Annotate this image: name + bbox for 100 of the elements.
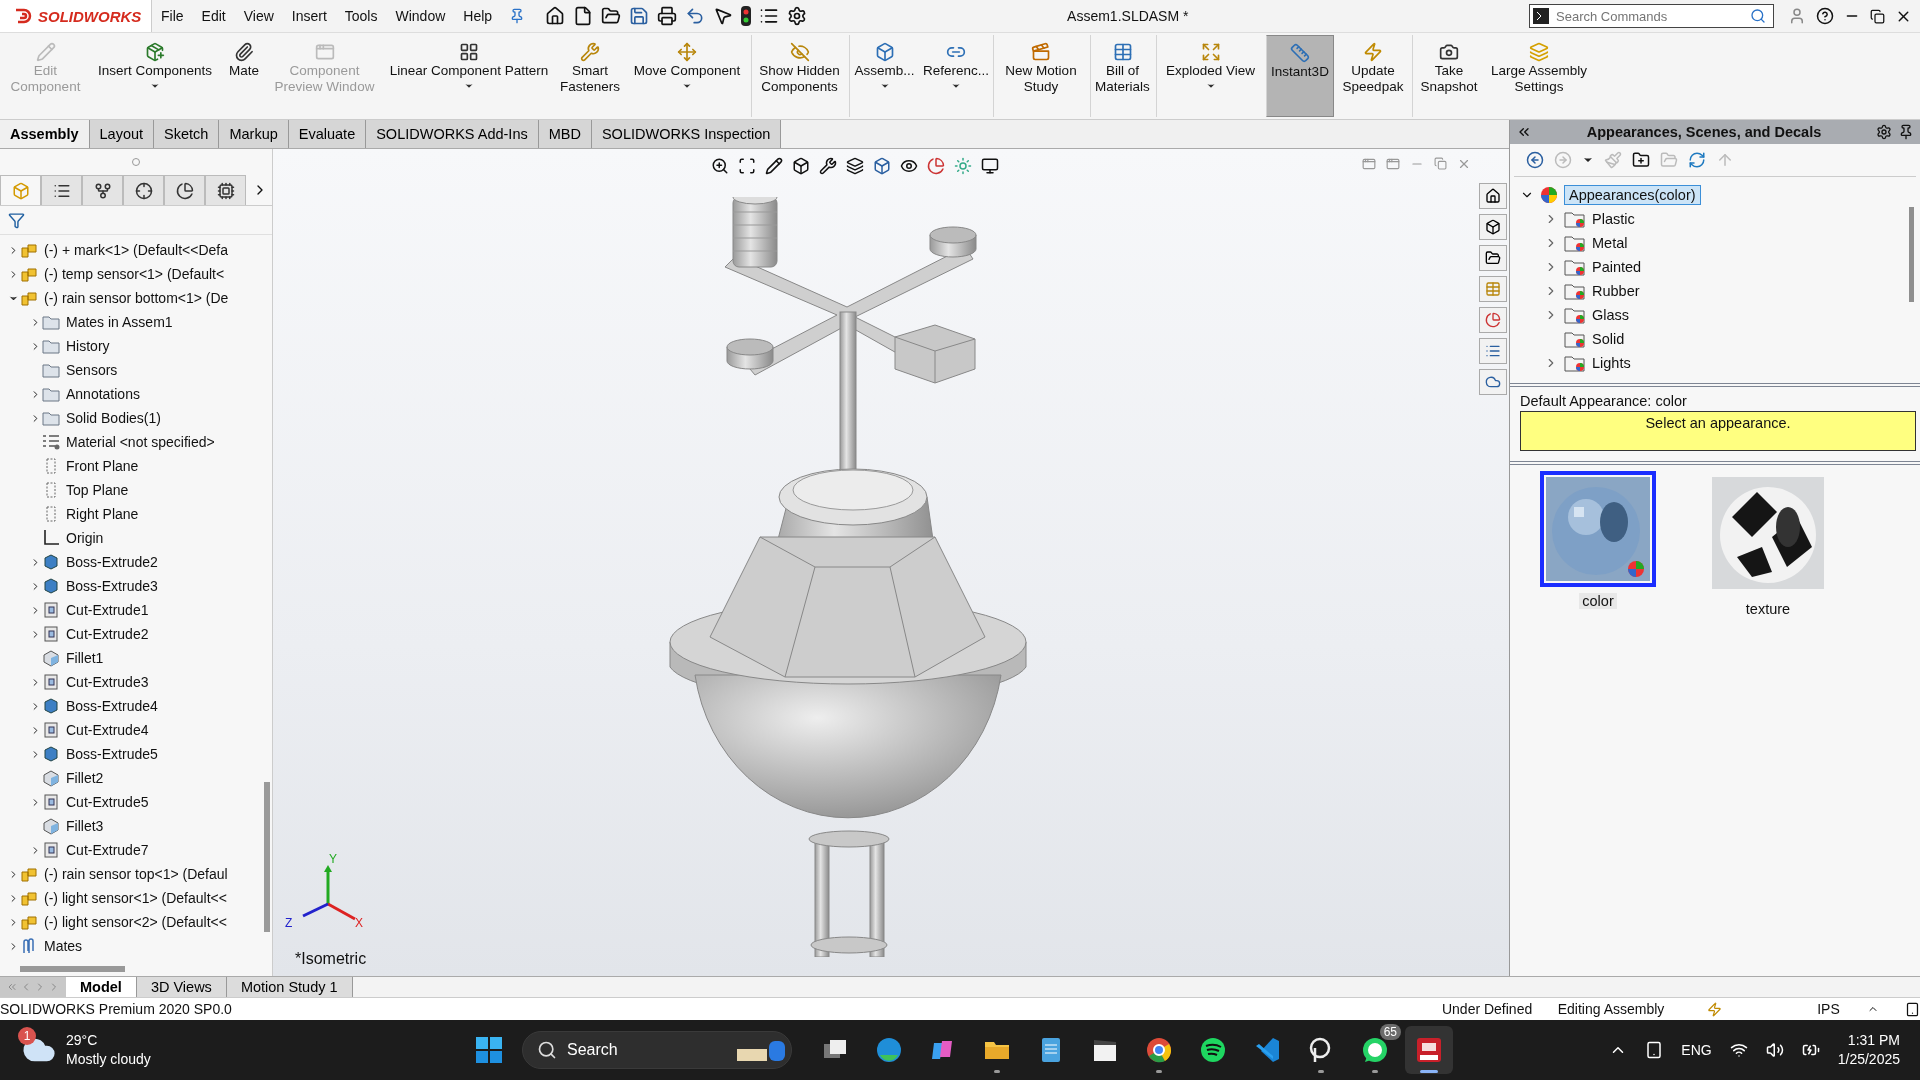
appearance-icon[interactable] [927,157,945,175]
new-file-icon[interactable] [573,6,594,26]
pin-icon[interactable] [1898,124,1914,140]
back-icon[interactable] [1526,151,1544,169]
bottom-tab[interactable]: 3D Views [136,977,227,997]
ribbon-button[interactable]: Exploded View [1156,35,1264,117]
tree-item[interactable]: (-) light sensor<2> (Default<< [44,914,227,930]
volume-icon[interactable] [1765,1041,1784,1059]
ribbon-button[interactable]: Large Assembly Settings [1487,35,1591,117]
settings-icon[interactable] [1876,124,1892,140]
save-icon[interactable] [629,6,650,26]
tree-item[interactable]: Metal [1592,235,1628,251]
layers-icon[interactable] [846,157,864,175]
panel-tab[interactable] [205,175,246,205]
tree-item[interactable]: Origin [66,530,104,546]
tree-item[interactable]: Boss-Extrude5 [66,746,158,762]
caret-icon[interactable] [150,81,160,91]
tree-item[interactable]: Fillet2 [66,770,104,786]
tree-item[interactable]: Painted [1592,259,1642,275]
menu-item[interactable]: View [234,8,283,24]
view-orientation-icon[interactable] [873,157,891,175]
tree-item[interactable]: (-) + mark<1> (Default<<Defa [44,242,229,258]
tree-item[interactable]: Solid Bodies(1) [66,410,161,426]
command-tab[interactable]: Sketch [154,120,220,148]
caret-icon[interactable] [464,81,474,91]
taskbar-search[interactable]: Search [522,1031,792,1069]
tree-item[interactable]: Cut-Extrude2 [66,626,149,642]
panel-tab[interactable] [123,175,164,205]
home-icon[interactable] [545,6,566,26]
tree-item[interactable]: Cut-Extrude1 [66,602,149,618]
command-tab[interactable]: SOLIDWORKS Inspection [591,120,782,148]
tree-item[interactable]: Mates [44,938,83,954]
menu-item[interactable]: Tools [335,8,387,24]
language-indicator[interactable]: ENG [1681,1042,1712,1058]
open-folder-icon[interactable] [601,6,622,26]
clock[interactable]: 1:31 PM 1/25/2025 [1837,1031,1900,1069]
menu-item[interactable]: Edit [192,8,235,24]
pane-tab[interactable] [1479,245,1507,271]
tree-item[interactable]: Boss-Extrude2 [66,554,158,570]
eye-icon[interactable] [900,157,918,175]
tree-item[interactable]: Plastic [1592,211,1635,227]
ribbon-button[interactable]: Linear Component Pattern [383,35,555,117]
traffic-light-icon[interactable] [741,6,752,26]
tree-item[interactable]: Cut-Extrude7 [66,842,149,858]
scene-icon[interactable] [954,157,972,175]
monitor-icon[interactable] [981,157,999,175]
new-folder-icon[interactable] [1632,151,1650,169]
tree-item[interactable]: History [66,338,110,354]
appearance-swatch[interactable] [1540,471,1656,587]
ribbon-button[interactable]: Assemb... [849,35,919,117]
menu-item[interactable]: Help [454,8,502,24]
wifi-icon[interactable] [1729,1041,1748,1059]
tree-item[interactable]: (-) light sensor<1> (Default<< [44,890,227,906]
ribbon-button[interactable]: Instant3D [1266,35,1334,117]
bottom-tab[interactable]: Motion Study 1 [226,977,353,997]
section-view-icon[interactable] [792,157,810,175]
tag-icon[interactable] [1905,1001,1920,1017]
zoom-area-icon[interactable] [738,157,756,175]
ribbon-button[interactable]: Mate [222,35,266,117]
ribbon-button[interactable]: Update Speedpak [1336,35,1410,117]
tree-item[interactable]: Front Plane [66,458,139,474]
ribbon-button[interactable]: Smart Fasteners [557,35,623,117]
tablet-icon[interactable] [1645,1041,1664,1059]
menu-item[interactable]: Insert [282,8,336,24]
zoom-icon[interactable] [711,157,729,175]
caret-icon[interactable] [879,81,890,91]
tree-item[interactable]: (-) rain sensor bottom<1> (De [44,290,229,306]
ribbon-button[interactable]: Insert Components [90,35,220,117]
ribbon-button[interactable]: Move Component [625,35,749,117]
ribbon-button[interactable]: Take Snapshot [1412,35,1485,117]
command-tab[interactable]: MBD [538,120,592,148]
command-tab[interactable]: Markup [219,120,289,148]
search-icon[interactable] [1750,8,1766,24]
tree-item[interactable]: Annotations [66,386,140,402]
tree-item[interactable]: Mates in Assem1 [66,314,173,330]
taskbar-app[interactable]: 65 [1351,1026,1399,1074]
search-field[interactable]: Search Commands [1529,4,1774,28]
ribbon-button[interactable]: Referenc... [921,35,991,117]
wrench-icon[interactable] [819,157,837,175]
tree-item[interactable]: Glass [1592,307,1630,323]
tree-item[interactable]: Cut-Extrude4 [66,722,149,738]
panel-tab[interactable] [164,175,205,205]
ribbon-button[interactable]: Show Hidden Components [751,35,847,117]
menu-item[interactable]: Window [386,8,455,24]
tree-item[interactable]: Rubber [1592,283,1640,299]
bottom-tab[interactable]: Model [66,977,137,997]
settings-icon[interactable] [787,6,808,26]
rebuild-icon[interactable] [1707,1001,1723,1017]
options-list-icon[interactable] [759,6,780,26]
caret-icon[interactable] [682,81,692,91]
filter-icon[interactable] [8,211,25,229]
select-icon[interactable] [713,6,734,26]
tree-item[interactable]: (-) rain sensor top<1> (Defaul [44,866,228,882]
pencil-icon[interactable] [765,157,783,175]
user-icon[interactable] [1788,7,1806,25]
tree-item[interactable]: Lights [1592,355,1631,371]
tree-item[interactable]: Cut-Extrude3 [66,674,149,690]
ribbon-button[interactable]: Bill of Materials [1090,35,1154,117]
tree-item[interactable]: Right Plane [66,506,139,522]
panel-tab[interactable] [41,175,82,205]
